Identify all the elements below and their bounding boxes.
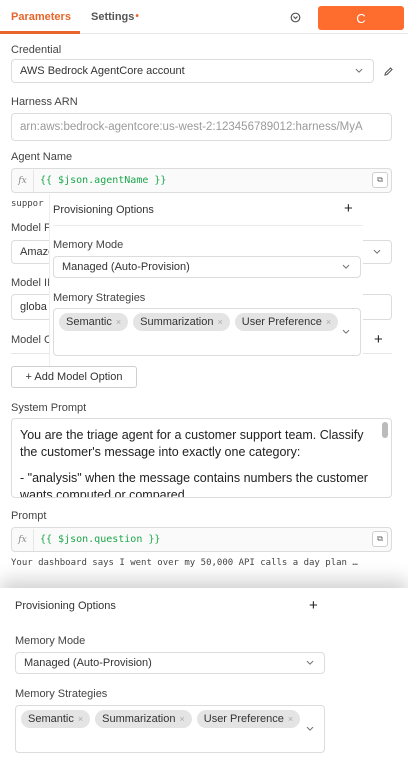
harness-arn-input[interactable]: arn:aws:bedrock-agentcore:us-west-2:1234… [11,113,392,141]
prompt-preview: Your dashboard says I went over my 50,00… [11,558,358,568]
expand-editor-icon[interactable]: ⧉ [372,531,388,547]
strategy-chip[interactable]: Summarization × [133,313,230,331]
strategy-chip-label: User Preference [203,713,284,725]
chevron-down-icon [342,263,350,271]
prompt-expression: {{ $json.question }} [40,534,161,545]
prompt-expression-input[interactable]: fx {{ $json.question }} ⧉ [11,527,392,552]
strategy-chip-label: Semantic [28,713,74,725]
credential-label: Credential [11,44,62,56]
harness-arn-label: Harness ARN [11,96,78,108]
add-model-option-button[interactable]: + Add Model Option [11,366,137,388]
strategy-chip-label: Semantic [66,316,112,328]
panel-add-plus-icon[interactable]: + [309,597,318,614]
execute-step-button[interactable]: C [318,6,404,30]
textarea-scrollbar[interactable] [382,422,388,438]
strategy-chip[interactable]: User Preference × [234,313,339,331]
popover-divider [53,225,363,226]
tab-settings-label: Settings [91,11,135,23]
popover-memory-mode-value: Managed (Auto-Provision) [62,261,190,273]
panel-memory-strategies-multiselect[interactable]: Semantic × Summarization × User Preference… [15,705,325,753]
model-id-value: globa [20,301,47,313]
unsaved-dot-icon: • [135,11,139,22]
chevron-down-icon [373,248,381,256]
remove-chip-icon[interactable]: × [179,714,184,724]
credential-value: AWS Bedrock AgentCore account [20,65,185,77]
add-model-option-plus-icon[interactable]: + [374,331,383,348]
loading-spinner-icon: C [356,10,366,26]
chevron-down-icon [355,67,363,75]
panel-memory-mode-value: Managed (Auto-Provision) [24,657,152,669]
popover-memory-mode-label: Memory Mode [53,239,124,251]
fx-icon: fx [12,169,34,192]
remove-chip-icon[interactable]: × [217,317,222,327]
system-prompt-bullet: - "analysis" when the message contains n… [20,471,368,498]
remove-chip-icon[interactable]: × [78,714,83,724]
tab-bar: Parameters Settings• C [0,0,408,34]
expand-editor-icon[interactable]: ⧉ [372,172,388,188]
strategy-chip[interactable]: Semantic × [21,710,91,728]
credential-select[interactable]: AWS Bedrock AgentCore account [11,59,374,83]
model-id-label: Model II [11,277,49,289]
popover-memory-strategies-multiselect[interactable]: Semantic × Summarization × User Preference… [53,308,361,356]
panel-memory-strategies-label: Memory Strategies [15,688,108,700]
agent-name-preview: suppor [11,199,44,209]
provisioning-options-popover: Provisioning Options + Memory Mode Manag… [49,194,363,366]
strategy-chip-label: User Preference [241,316,322,328]
tab-parameters[interactable]: Parameters [11,0,71,34]
remove-chip-icon[interactable]: × [288,714,293,724]
harness-arn-placeholder: arn:aws:bedrock-agentcore:us-west-2:1234… [20,121,363,133]
tab-settings[interactable]: Settings• [91,0,139,34]
docs-icon[interactable] [285,7,305,27]
remove-chip-icon[interactable]: × [116,317,121,327]
system-prompt-label: System Prompt [11,402,87,414]
model-provider-value: Amazo [20,246,55,258]
system-prompt-text: You are the triage agent for a customer … [20,428,364,459]
chevron-down-icon [342,328,350,336]
remove-chip-icon[interactable]: × [326,317,331,327]
chevron-down-icon [306,725,314,733]
fx-icon: fx [12,528,34,551]
panel-title: Provisioning Options [15,600,116,612]
popover-memory-mode-select[interactable]: Managed (Auto-Provision) [53,256,361,278]
agent-name-expression: {{ $json.agentName }} [40,175,167,186]
strategy-chip-label: Summarization [140,316,214,328]
provisioning-options-panel: Provisioning Options + Memory Mode Manag… [0,588,408,765]
panel-memory-mode-label: Memory Mode [15,635,86,647]
active-tab-underline [0,31,80,34]
agent-name-label: Agent Name [11,151,73,163]
strategy-chip[interactable]: Semantic × [59,313,129,331]
agent-name-expression-input[interactable]: fx {{ $json.agentName }} ⧉ [11,168,392,193]
edit-credential-pencil-icon[interactable] [378,61,398,81]
model-provider-label: Model P [11,222,49,234]
popover-add-plus-icon[interactable]: + [344,200,353,217]
strategy-chip[interactable]: Summarization × [95,710,192,728]
strategy-chip[interactable]: User Preference × [196,710,301,728]
panel-memory-mode-select[interactable]: Managed (Auto-Provision) [15,652,325,674]
model-options-label: Model C [11,334,49,346]
popover-memory-strategies-label: Memory Strategies [53,292,146,304]
add-model-option-label: + Add Model Option [25,371,123,383]
prompt-label: Prompt [11,510,47,522]
popover-title: Provisioning Options [53,204,154,216]
strategy-chip-label: Summarization [102,713,176,725]
chevron-down-icon [306,659,314,667]
system-prompt-textarea[interactable]: You are the triage agent for a customer … [11,418,392,498]
